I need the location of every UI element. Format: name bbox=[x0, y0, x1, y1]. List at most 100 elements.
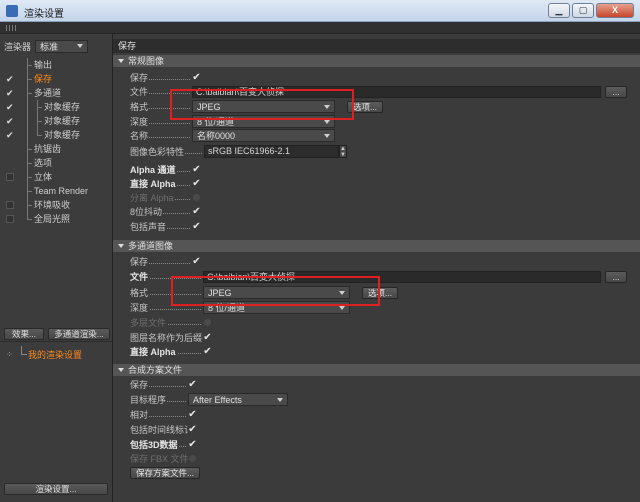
regular-save-checkbox[interactable] bbox=[192, 73, 201, 82]
straight-alpha-checkbox[interactable] bbox=[192, 179, 201, 188]
tree-item-output[interactable]: 输出 bbox=[0, 58, 112, 72]
dither-checkbox[interactable] bbox=[192, 207, 201, 216]
tree-item-label: 对象缓存 bbox=[44, 130, 81, 140]
multipass-file-browse-button[interactable]: ... bbox=[605, 270, 627, 283]
panel-grip[interactable] bbox=[0, 22, 640, 34]
close-button[interactable]: X bbox=[596, 3, 634, 18]
layer-name-suffix-checkbox[interactable] bbox=[203, 333, 212, 342]
render-settings-button[interactable]: 渲染设置... bbox=[4, 483, 108, 495]
checkbox-icon[interactable] bbox=[6, 201, 14, 209]
tree-item-stereo[interactable]: 立体 bbox=[0, 170, 112, 184]
multipass-layer-suffix-row: 图层名称作为后缀名 bbox=[130, 331, 212, 344]
section-multipass-image[interactable]: 多通道图像 bbox=[113, 240, 640, 252]
regular-color-profile-row: 图像色彩特性 sRGB IEC61966-2.1 ▲ ▼ bbox=[130, 145, 347, 158]
maximize-icon[interactable]: ▢ bbox=[572, 3, 594, 18]
multipass-render-button[interactable]: 多通道渲染... bbox=[48, 328, 110, 340]
field-label: 图层名称作为后缀名 bbox=[130, 331, 203, 344]
field-label: 图像色彩特性 bbox=[130, 145, 204, 158]
relative-checkbox[interactable] bbox=[188, 410, 197, 419]
right-panel: 保存 常规图像 保存 文件 C:\baibian\百变大侦探 ... 格式 JP… bbox=[113, 34, 640, 502]
expand-icon[interactable]: ⁘ bbox=[6, 351, 14, 359]
include-3d-checkbox[interactable] bbox=[188, 440, 197, 449]
field-label: 目标程序 bbox=[130, 393, 188, 406]
field-label: 保存 bbox=[130, 71, 192, 84]
tree-item-label: 抗锯齿 bbox=[34, 144, 62, 154]
effects-button[interactable]: 效果... bbox=[4, 328, 44, 340]
spinner-icon[interactable]: ▲ ▼ bbox=[339, 145, 347, 158]
renderer-value: 标准 bbox=[40, 41, 59, 52]
tree-item-object-buffer[interactable]: 对象缓存 bbox=[0, 100, 112, 114]
tree-item-team-render[interactable]: Team Render bbox=[0, 184, 112, 198]
regular-dither-row: 8位抖动 bbox=[130, 205, 201, 218]
chevron-down-icon bbox=[77, 44, 84, 48]
tree-item-save[interactable]: 保存 bbox=[0, 72, 112, 86]
regular-name-dropdown[interactable]: 名称0000 bbox=[192, 129, 335, 142]
color-profile-field[interactable]: sRGB IEC61966-2.1 ▲ ▼ bbox=[204, 145, 347, 158]
renderer-dropdown[interactable]: 标准 bbox=[35, 39, 89, 53]
field-label: 8位抖动 bbox=[130, 205, 192, 218]
field-label: 直接 Alpha bbox=[130, 345, 203, 358]
check-icon[interactable] bbox=[6, 89, 14, 97]
tree-item-label: Team Render bbox=[34, 186, 89, 196]
regular-save-row: 保存 bbox=[130, 71, 201, 84]
check-icon[interactable] bbox=[6, 103, 14, 111]
tree-item-label: 保存 bbox=[34, 74, 53, 84]
check-icon[interactable] bbox=[6, 131, 14, 139]
left-panel: 渲染器 标准 输出 保存 多通道 对象缓存 对象缓存 bbox=[0, 34, 113, 502]
checkbox-icon[interactable] bbox=[6, 173, 14, 181]
multipass-straight-alpha-checkbox[interactable] bbox=[203, 347, 212, 356]
field-label: 名称 bbox=[130, 129, 192, 142]
field-label: Alpha 通道 bbox=[130, 163, 192, 176]
checkbox-icon[interactable] bbox=[6, 215, 14, 223]
regular-sound-row: 包括声音 bbox=[130, 220, 201, 233]
tree-item-antialiasing[interactable]: 抗锯齿 bbox=[0, 142, 112, 156]
tree-item-label: 立体 bbox=[34, 172, 53, 182]
renderer-label: 渲染器 bbox=[4, 41, 32, 52]
compositing-relative-row: 相对 bbox=[130, 408, 197, 421]
multipass-straight-alpha-row: 直接 Alpha bbox=[130, 345, 212, 358]
field-label: 直接 Alpha bbox=[130, 177, 192, 190]
settings-tree: 输出 保存 多通道 对象缓存 对象缓存 对象缓存 抗锯 bbox=[0, 58, 112, 226]
collapse-icon bbox=[118, 368, 124, 372]
section-compositing[interactable]: 合成方案文件 bbox=[113, 364, 640, 376]
regular-alpha-row: Alpha 通道 bbox=[130, 163, 201, 176]
minimize-icon[interactable]: ▁ bbox=[548, 3, 570, 18]
include-timeline-checkbox[interactable] bbox=[188, 425, 197, 434]
field-label: 相对 bbox=[130, 408, 188, 421]
tree-item-options[interactable]: 选项 bbox=[0, 156, 112, 170]
field-label: 分离 Alpha bbox=[130, 191, 192, 204]
grip-icon bbox=[6, 25, 16, 31]
multilayer-checkbox[interactable] bbox=[203, 318, 212, 327]
annotation-highlight-box bbox=[170, 89, 354, 120]
save-project-file-button[interactable]: 保存方案文件... bbox=[130, 467, 200, 479]
chevron-down-icon bbox=[324, 119, 330, 124]
regular-name-row: 名称 名称0000 bbox=[130, 129, 335, 142]
include-sound-checkbox[interactable] bbox=[192, 222, 201, 231]
check-icon[interactable] bbox=[6, 117, 14, 125]
tree-item-object-buffer[interactable]: 对象缓存 bbox=[0, 128, 112, 142]
multipass-save-checkbox[interactable] bbox=[192, 257, 201, 266]
window-titlebar: 渲染设置 ▁ ▢ X bbox=[0, 0, 640, 22]
tree-item-multipass[interactable]: 多通道 bbox=[0, 86, 112, 100]
save-fbx-checkbox[interactable] bbox=[188, 454, 197, 463]
collapse-icon bbox=[118, 59, 124, 63]
compositing-3d-row: 包括3D数据 bbox=[130, 438, 197, 451]
regular-file-browse-button[interactable]: ... bbox=[605, 85, 627, 98]
tree-item-label: 选项 bbox=[34, 158, 53, 168]
compositing-save-checkbox[interactable] bbox=[188, 380, 197, 389]
check-icon[interactable] bbox=[6, 75, 14, 83]
alpha-channel-checkbox[interactable] bbox=[192, 165, 201, 174]
compositing-target-row: 目标程序 After Effects bbox=[130, 393, 288, 406]
field-label: 保存 FBX 文件 bbox=[130, 454, 188, 464]
tree-item-label: 对象缓存 bbox=[44, 116, 81, 126]
section-regular-image[interactable]: 常规图像 bbox=[113, 55, 640, 67]
chevron-down-icon bbox=[277, 397, 283, 402]
tree-item-global-illumination[interactable]: 全局光照 bbox=[0, 212, 112, 226]
compositing-save-row: 保存 bbox=[130, 378, 197, 391]
separate-alpha-checkbox[interactable] bbox=[192, 193, 201, 202]
target-app-dropdown[interactable]: After Effects bbox=[188, 393, 288, 406]
tree-item-ambient-occlusion[interactable]: 环境吸收 bbox=[0, 198, 112, 212]
window-controls: ▁ ▢ X bbox=[548, 3, 634, 18]
my-render-settings-label: 我的渲染设置 bbox=[28, 350, 83, 360]
tree-item-object-buffer[interactable]: 对象缓存 bbox=[0, 114, 112, 128]
